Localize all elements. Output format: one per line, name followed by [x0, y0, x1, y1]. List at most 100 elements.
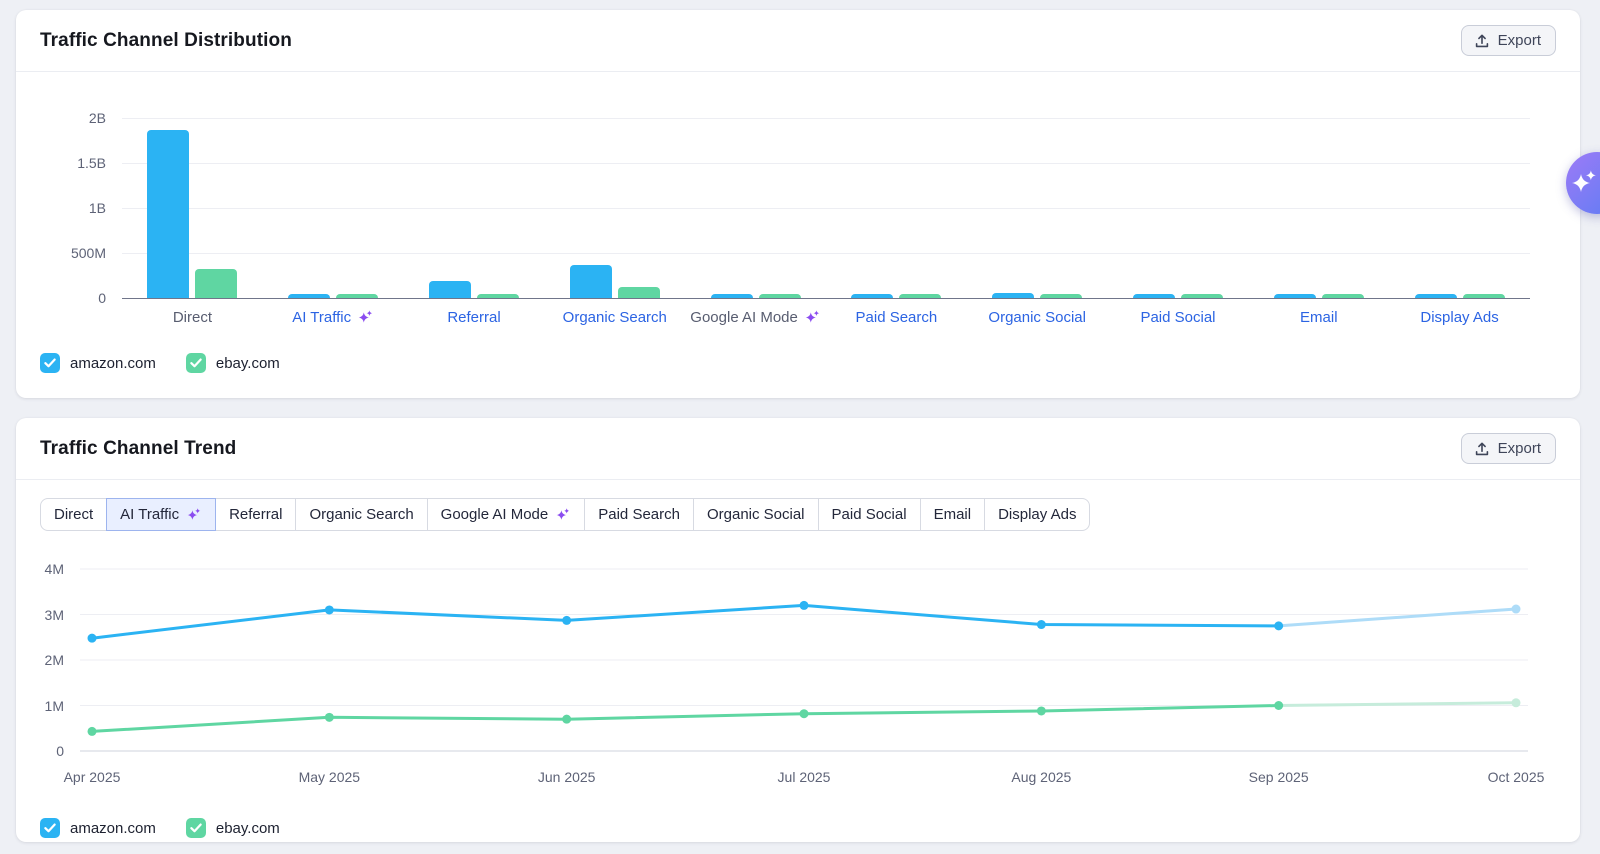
sparkles-icon [1569, 168, 1599, 198]
data-point-marker [1037, 706, 1046, 715]
tab-label: Organic Social [707, 506, 805, 523]
legend-label: ebay.com [216, 820, 280, 837]
tab-label: Paid Social [832, 506, 907, 523]
tab-organic-social[interactable]: Organic Social [693, 498, 819, 531]
legend-label: amazon.com [70, 355, 156, 372]
data-point-marker [88, 727, 97, 736]
x-axis-label[interactable]: Email [1248, 309, 1389, 326]
bar-ebay.com [1040, 294, 1082, 298]
bar-chart-bars [122, 118, 1530, 298]
x-axis-label[interactable]: Organic Search [544, 309, 685, 326]
line-chart-plot-area [80, 555, 1528, 765]
y-tick-label: 1M [45, 699, 64, 713]
x-axis-label-text: Organic Search [563, 309, 667, 326]
bar-ebay.com [195, 269, 237, 298]
tab-paid-search[interactable]: Paid Search [584, 498, 694, 531]
bar-amazon.com [711, 294, 753, 298]
tab-label: Google AI Mode [441, 506, 549, 523]
tab-label: AI Traffic [120, 506, 179, 523]
data-point-marker [1037, 620, 1046, 629]
legend-item[interactable]: amazon.com [40, 818, 156, 838]
bar-chart: 2B1.5B1B500M0 [16, 72, 1580, 298]
checkmark-icon [190, 823, 202, 833]
tab-referral[interactable]: Referral [215, 498, 296, 531]
data-point-marker [800, 709, 809, 718]
bar-chart-plot-area [122, 118, 1530, 298]
bar-group [404, 118, 545, 298]
y-tick-label: 4M [45, 562, 64, 576]
bar-group [826, 118, 967, 298]
legend-item[interactable]: ebay.com [186, 818, 280, 838]
trend-line-projected-amazon.com [1279, 609, 1516, 626]
tab-label: Email [934, 506, 972, 523]
data-point-marker [1274, 701, 1283, 710]
tab-organic-search[interactable]: Organic Search [295, 498, 427, 531]
legend-label: amazon.com [70, 820, 156, 837]
legend-label: ebay.com [216, 355, 280, 372]
trend-line-ebay.com [92, 706, 1279, 732]
data-point-marker [800, 601, 809, 610]
tab-google-ai-mode[interactable]: Google AI Mode [427, 498, 586, 531]
data-point-marker [1512, 605, 1521, 614]
x-axis-label[interactable]: Organic Social [967, 309, 1108, 326]
upload-icon [1474, 33, 1490, 49]
legend-checkbox[interactable] [40, 818, 60, 838]
tab-label: Paid Search [598, 506, 680, 523]
bar-amazon.com [992, 293, 1034, 298]
x-axis-label: Google AI Mode [685, 309, 826, 326]
data-point-marker [325, 605, 334, 614]
bar-amazon.com [429, 281, 471, 298]
bar-amazon.com [1274, 294, 1316, 298]
bar-chart-x-axis: DirectAI TrafficReferralOrganic SearchGo… [122, 309, 1530, 326]
x-tick-label: Jun 2025 [538, 769, 596, 785]
y-tick-label: 0 [56, 744, 64, 758]
trend-export-button[interactable]: Export [1461, 433, 1556, 464]
x-axis-label-text: Email [1300, 309, 1338, 326]
distribution-export-button[interactable]: Export [1461, 25, 1556, 56]
data-point-marker [1512, 698, 1521, 707]
legend-item[interactable]: ebay.com [186, 353, 280, 373]
bar-ebay.com [1463, 294, 1505, 298]
ai-sparkles-icon [186, 507, 202, 523]
x-axis-label[interactable]: Paid Social [1108, 309, 1249, 326]
y-tick-label: 2M [45, 653, 64, 667]
legend-checkbox[interactable] [186, 353, 206, 373]
bar-group [1248, 118, 1389, 298]
bar-chart-y-axis: 2B1.5B1B500M0 [40, 118, 122, 298]
line-chart-x-axis: Apr 2025May 2025Jun 2025Jul 2025Aug 2025… [80, 769, 1528, 791]
ai-sparkles-icon [357, 309, 374, 326]
legend-item[interactable]: amazon.com [40, 353, 156, 373]
tab-label: Display Ads [998, 506, 1076, 523]
y-tick-label: 500M [71, 246, 106, 260]
traffic-channel-trend-card: Traffic Channel Trend Export DirectAI Tr… [16, 418, 1580, 842]
bar-amazon.com [1133, 294, 1175, 298]
tab-ai-traffic[interactable]: AI Traffic [106, 498, 216, 531]
ai-sparkles-icon [804, 309, 821, 326]
trend-line-chart-svg [80, 555, 1528, 765]
line-chart-y-axis: 4M 3M 2M 1M 0 [40, 555, 80, 765]
tab-paid-social[interactable]: Paid Social [818, 498, 921, 531]
export-button-label: Export [1498, 440, 1541, 457]
y-tick-label: 0 [98, 291, 106, 305]
distribution-legend: amazon.com ebay.com [16, 326, 1580, 373]
legend-checkbox[interactable] [186, 818, 206, 838]
x-axis-label[interactable]: Referral [404, 309, 545, 326]
checkmark-icon [44, 358, 56, 368]
legend-checkbox[interactable] [40, 353, 60, 373]
bar-amazon.com [570, 265, 612, 298]
tab-email[interactable]: Email [920, 498, 986, 531]
data-point-marker [562, 616, 571, 625]
x-axis-label[interactable]: Display Ads [1389, 309, 1530, 326]
bar-amazon.com [147, 130, 189, 298]
y-tick-label: 3M [45, 608, 64, 622]
distribution-card-title: Traffic Channel Distribution [40, 30, 292, 52]
checkmark-icon [44, 823, 56, 833]
tab-display-ads[interactable]: Display Ads [984, 498, 1090, 531]
x-tick-label: May 2025 [299, 769, 360, 785]
bar-group [1389, 118, 1530, 298]
x-axis-label[interactable]: AI Traffic [263, 309, 404, 326]
tab-direct[interactable]: Direct [40, 498, 107, 531]
x-axis-label[interactable]: Paid Search [826, 309, 967, 326]
bar-ebay.com [1181, 294, 1223, 298]
y-tick-label: 1.5B [77, 156, 106, 170]
